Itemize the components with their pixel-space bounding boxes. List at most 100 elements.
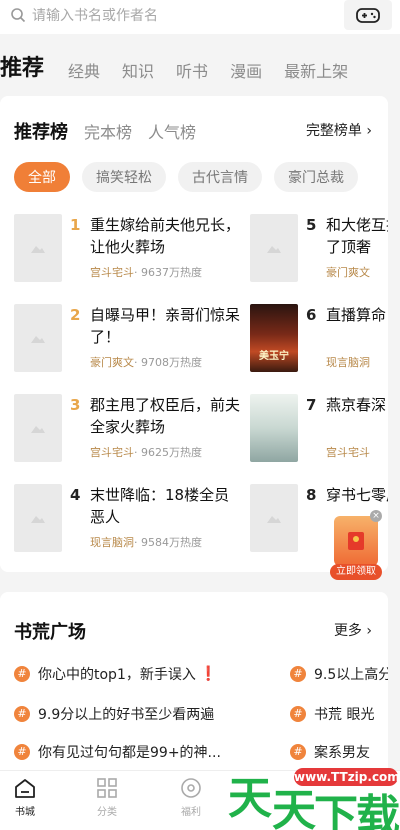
watermark-char: 载: [356, 791, 400, 830]
book-meta: 豪门爽文· 9708万热度: [90, 354, 202, 370]
book-placeholder-icon: [31, 336, 45, 343]
more-link[interactable]: 更多 ›: [334, 620, 372, 640]
topic-text: 9.9分以上的好书至少看两遍: [38, 707, 215, 723]
chip-all[interactable]: 全部: [14, 162, 70, 192]
book-cover-placeholder: [14, 484, 62, 552]
hashtag-icon: #: [290, 666, 306, 682]
book-title: 直播算命，网警察关: [326, 306, 388, 324]
tab-newest[interactable]: 最新上架: [284, 58, 348, 88]
book-cover-image: 美玉宁: [250, 304, 298, 372]
book-heat: · 9625万热度: [134, 446, 202, 459]
tab-category[interactable]: 分类: [82, 777, 132, 818]
tab-bookstore[interactable]: 书城: [0, 777, 50, 818]
book-item[interactable]: 4 末世降临：18楼全员恶人 现言脑洞· 9584万热度: [14, 484, 244, 556]
book-title: 自曝马甲！亲哥们惊呆了！: [90, 306, 240, 346]
ranking-header: 推荐榜 完本榜 人气榜 完整榜单 ›: [14, 118, 374, 144]
book-meta: 宫斗宅斗· 9637万热度: [90, 264, 202, 280]
exclamation-icon: ❗: [199, 666, 218, 682]
book-tag: 豪门爽文: [90, 356, 134, 369]
red-envelope-icon: [334, 516, 378, 566]
hashtag-icon: #: [14, 744, 30, 760]
chip-ceo[interactable]: 豪门总裁: [274, 162, 358, 192]
book-item[interactable]: 美玉宁 6 直播算命，网警察关 现言脑洞: [250, 304, 388, 376]
topic-item[interactable]: # 书荒 眼光: [290, 704, 388, 724]
book-meta: 现言脑洞: [326, 354, 370, 370]
book-heat: · 9637万热度: [134, 266, 202, 279]
chip-comedy[interactable]: 搞笑轻松: [82, 162, 166, 192]
tab-classic[interactable]: 经典: [68, 58, 100, 88]
rank-number: 2: [70, 306, 81, 324]
book-placeholder-icon: [31, 246, 45, 253]
watermark-char: 天: [228, 773, 272, 824]
rank-number: 1: [70, 216, 81, 234]
book-meta: 豪门爽文: [326, 264, 370, 280]
book-cover-placeholder: [14, 214, 62, 282]
gamepad-button[interactable]: [344, 0, 392, 30]
topic-item[interactable]: # 9.9分以上的好书至少看两遍: [14, 704, 274, 724]
book-item[interactable]: 2 自曝马甲！亲哥们惊呆了！ 豪门爽文· 9708万热度: [14, 304, 244, 376]
rank-number: 7: [306, 396, 317, 414]
rank-number: 6: [306, 306, 317, 324]
ranking-card: 推荐榜 完本榜 人气榜 完整榜单 › 全部 搞笑轻松 古代言情 豪门总裁 1 重…: [0, 96, 388, 572]
book-title: 重生嫁给前夫他兄长，让他火葬场: [90, 216, 240, 256]
book-meta: 宫斗宅斗: [326, 444, 370, 460]
book-title: 燕京春深: [326, 396, 387, 414]
reward-widget[interactable]: 立即领取 ×: [330, 510, 382, 580]
search-input[interactable]: 请输入书名或作者名: [10, 4, 332, 26]
chip-ancient-romance[interactable]: 古代言情: [178, 162, 262, 192]
book-item[interactable]: 5 和大佬互换身体后，成了顶奢 豪门爽文: [250, 214, 388, 286]
ranking-tab-completed[interactable]: 完本榜: [84, 119, 132, 143]
ranking-tab-recommend[interactable]: 推荐榜: [14, 118, 68, 144]
full-ranking-link[interactable]: 完整榜单 ›: [306, 120, 372, 140]
rank-number: 4: [70, 486, 81, 504]
topic-text: 9.5以上高分: [314, 667, 388, 683]
book-cover-placeholder: [14, 304, 62, 372]
hashtag-icon: #: [290, 706, 306, 722]
cover-title: 美玉宁: [259, 351, 289, 362]
category-chips: 全部 搞笑轻松 古代言情 豪门总裁: [14, 162, 394, 192]
tab-recommend[interactable]: 推荐: [0, 50, 44, 88]
book-tag: 宫斗宅斗: [326, 446, 370, 459]
book-placeholder-icon: [31, 426, 45, 433]
book-cover-image: [250, 394, 298, 462]
watermark-logo: 天 天 下 载 www.TTzip.com: [228, 754, 400, 830]
grid-icon: [97, 778, 117, 798]
tab-comics[interactable]: 漫画: [230, 58, 262, 88]
book-item[interactable]: 3 郡主甩了权臣后，前夫全家火葬场 宫斗宅斗· 9625万热度: [14, 394, 244, 466]
book-title: 和大佬互换身体后，成了顶奢: [326, 216, 388, 256]
search-placeholder: 请输入书名或作者名: [32, 8, 158, 24]
rank-number: 3: [70, 396, 81, 414]
book-placeholder-icon: [267, 516, 281, 523]
book-item[interactable]: 7 燕京春深 宫斗宅斗: [250, 394, 388, 466]
book-tag: 现言脑洞: [326, 356, 370, 369]
hashtag-icon: #: [14, 706, 30, 722]
book-cover-placeholder: [14, 394, 62, 462]
ranking-tab-popular[interactable]: 人气榜: [148, 119, 196, 143]
tab-label: 分类: [97, 807, 117, 818]
watermark-char: 下: [314, 791, 358, 830]
watermark-url: www.TTzip.com: [294, 768, 400, 786]
book-tag: 宫斗宅斗: [90, 446, 134, 459]
rank-number: 8: [306, 486, 317, 504]
close-icon[interactable]: ×: [370, 510, 382, 522]
section-title: 书荒广场: [14, 622, 86, 643]
book-tag: 现言脑洞: [90, 536, 134, 549]
topic-text: 你心中的top1，新手误入: [38, 667, 196, 683]
gift-icon: [181, 778, 201, 798]
book-meta: 现言脑洞· 9584万热度: [90, 534, 202, 550]
main-tabs: 推荐 经典 知识 听书 漫画 最新上架: [0, 48, 400, 88]
reward-label: 立即领取: [330, 564, 382, 580]
tab-label: 福利: [181, 807, 201, 818]
tab-audiobook[interactable]: 听书: [176, 58, 208, 88]
search-icon: [11, 8, 26, 23]
topic-item[interactable]: # 9.5以上高分: [290, 664, 388, 684]
book-item[interactable]: 1 重生嫁给前夫他兄长，让他火葬场 宫斗宅斗· 9637万热度: [14, 214, 244, 286]
book-placeholder-icon: [267, 246, 281, 253]
book-placeholder-icon: [31, 516, 45, 523]
topic-item[interactable]: # 你心中的top1，新手误入 ❗: [14, 664, 274, 684]
gamepad-icon: [356, 8, 380, 23]
tab-welfare[interactable]: 福利: [166, 777, 216, 818]
topic-text: 书荒 眼光: [314, 707, 375, 723]
tab-knowledge[interactable]: 知识: [122, 58, 154, 88]
book-meta: 宫斗宅斗· 9625万热度: [90, 444, 202, 460]
